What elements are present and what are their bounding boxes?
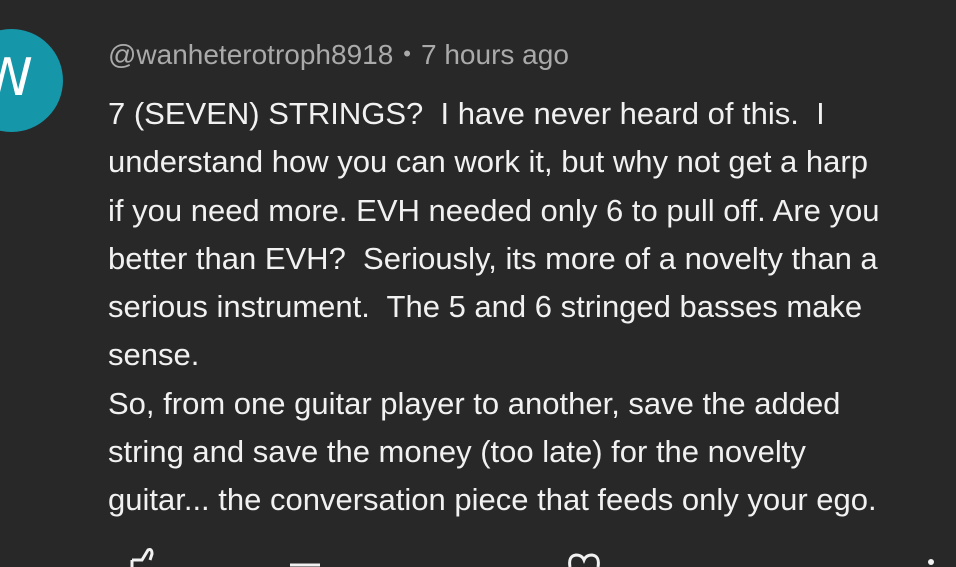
comment-line: So, from one guitar player to another, s…	[108, 385, 841, 421]
avatar-letter: W	[0, 48, 33, 108]
timestamp[interactable]: 7 hours ago	[421, 39, 569, 70]
comment-header: @wanheterotroph8918 • 7 hours ago	[108, 37, 569, 72]
comment-line: string and save the money (too late) for…	[108, 434, 806, 470]
separator-dot: •	[403, 41, 411, 66]
comment-actions	[0, 548, 956, 567]
avatar[interactable]: W	[0, 29, 63, 132]
comment-line: 7 (SEVEN) STRINGS? I have never heard of…	[108, 96, 825, 131]
comment-line: understand how you can work it, but why …	[108, 144, 868, 180]
comment-text: 7 (SEVEN) STRINGS? I have never heard of…	[108, 90, 948, 525]
comment-line: better than EVH? Seriously, its more of …	[108, 240, 878, 276]
heart-icon[interactable]	[566, 548, 602, 567]
thumbs-up-icon[interactable]	[128, 548, 162, 567]
thumbs-down-icon[interactable]	[288, 548, 322, 567]
comment-line: sense.	[108, 337, 200, 373]
comment-line: serious instrument. The 5 and 6 stringed…	[108, 289, 863, 325]
comment-line: guitar... the conversation piece that fe…	[108, 482, 877, 518]
comment-line: if you need more. EVH needed only 6 to p…	[108, 192, 880, 228]
author-name[interactable]: @wanheterotroph8918	[108, 39, 393, 70]
more-options-icon[interactable]	[924, 548, 938, 567]
